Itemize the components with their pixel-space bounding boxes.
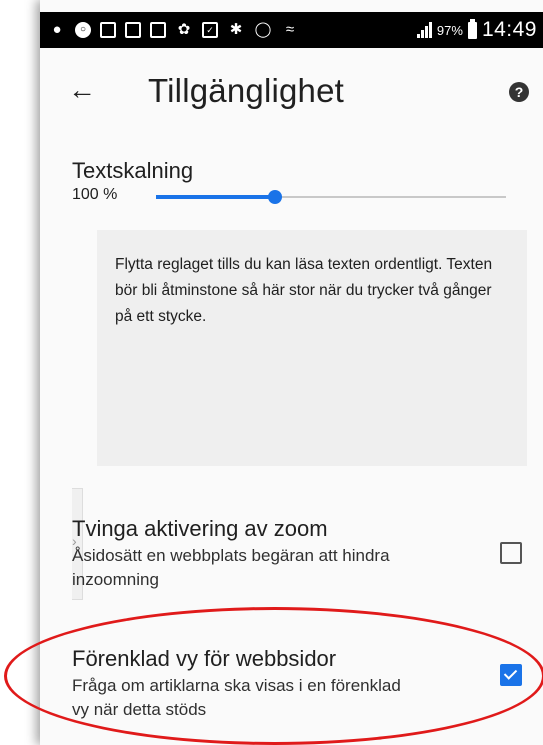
text-scaling-label: Textskalning — [72, 158, 194, 183]
simplified-view-title: Förenklad vy för webbsidor — [72, 646, 337, 671]
simplified-view-setting[interactable]: Förenklad vy för webbsidor Fråga om arti… — [72, 646, 532, 722]
image-icon — [150, 22, 166, 38]
battery-icon — [467, 18, 477, 39]
text-preview-box: Flytta reglaget tills du kan läsa texten… — [97, 230, 527, 466]
gallery-icon — [100, 22, 116, 38]
force-zoom-setting[interactable]: Tvinga aktivering av zoom Åsidosätt en w… — [72, 516, 532, 592]
preview-text: Flytta reglaget tills du kan läsa texten… — [115, 256, 493, 325]
text-scaling-slider[interactable] — [156, 186, 506, 208]
wifi-icon: ≈ — [285, 21, 295, 38]
arrow-left-icon[interactable]: ← — [68, 74, 100, 106]
slider-thumb[interactable] — [268, 190, 282, 204]
text-scaling-value: 100 % — [72, 186, 118, 203]
app-toolbar: ← Tillgänglighet ? — [40, 48, 543, 138]
simplified-view-description: Fråga om artiklarna ska visas i en fören… — [72, 676, 401, 719]
slider-fill — [156, 195, 275, 199]
bird-icon: ✿ — [177, 21, 191, 38]
signal-icon — [416, 22, 432, 38]
force-zoom-title: Tvinga aktivering av zoom — [72, 516, 328, 541]
battery-percent: 97% — [436, 22, 463, 38]
force-zoom-checkbox[interactable] — [500, 542, 522, 564]
force-zoom-description: Åsidosätt en webbplats begäran att hindr… — [72, 546, 390, 589]
page-title: Tillgänglighet — [148, 72, 345, 109]
screenshot-icon — [125, 22, 141, 38]
clock: 14:49 — [481, 18, 537, 41]
phone-screen: ● ○ ✿ ✓ ✱ ◯ ≈ 97% 14:49 ← Tillgänglighet… — [40, 0, 543, 745]
simplified-view-checkbox[interactable] — [500, 664, 522, 686]
status-bar: ● ○ ✿ ✓ ✱ ◯ ≈ 97% 14:49 — [40, 12, 543, 48]
alarm-icon: ◯ — [254, 21, 272, 38]
chat-icon: ● — [52, 21, 62, 38]
help-icon[interactable]: ? — [509, 82, 529, 102]
bluetooth-icon: ✱ — [229, 21, 243, 38]
checkbox-icon: ✓ — [202, 22, 218, 38]
circle-icon: ○ — [75, 22, 91, 38]
